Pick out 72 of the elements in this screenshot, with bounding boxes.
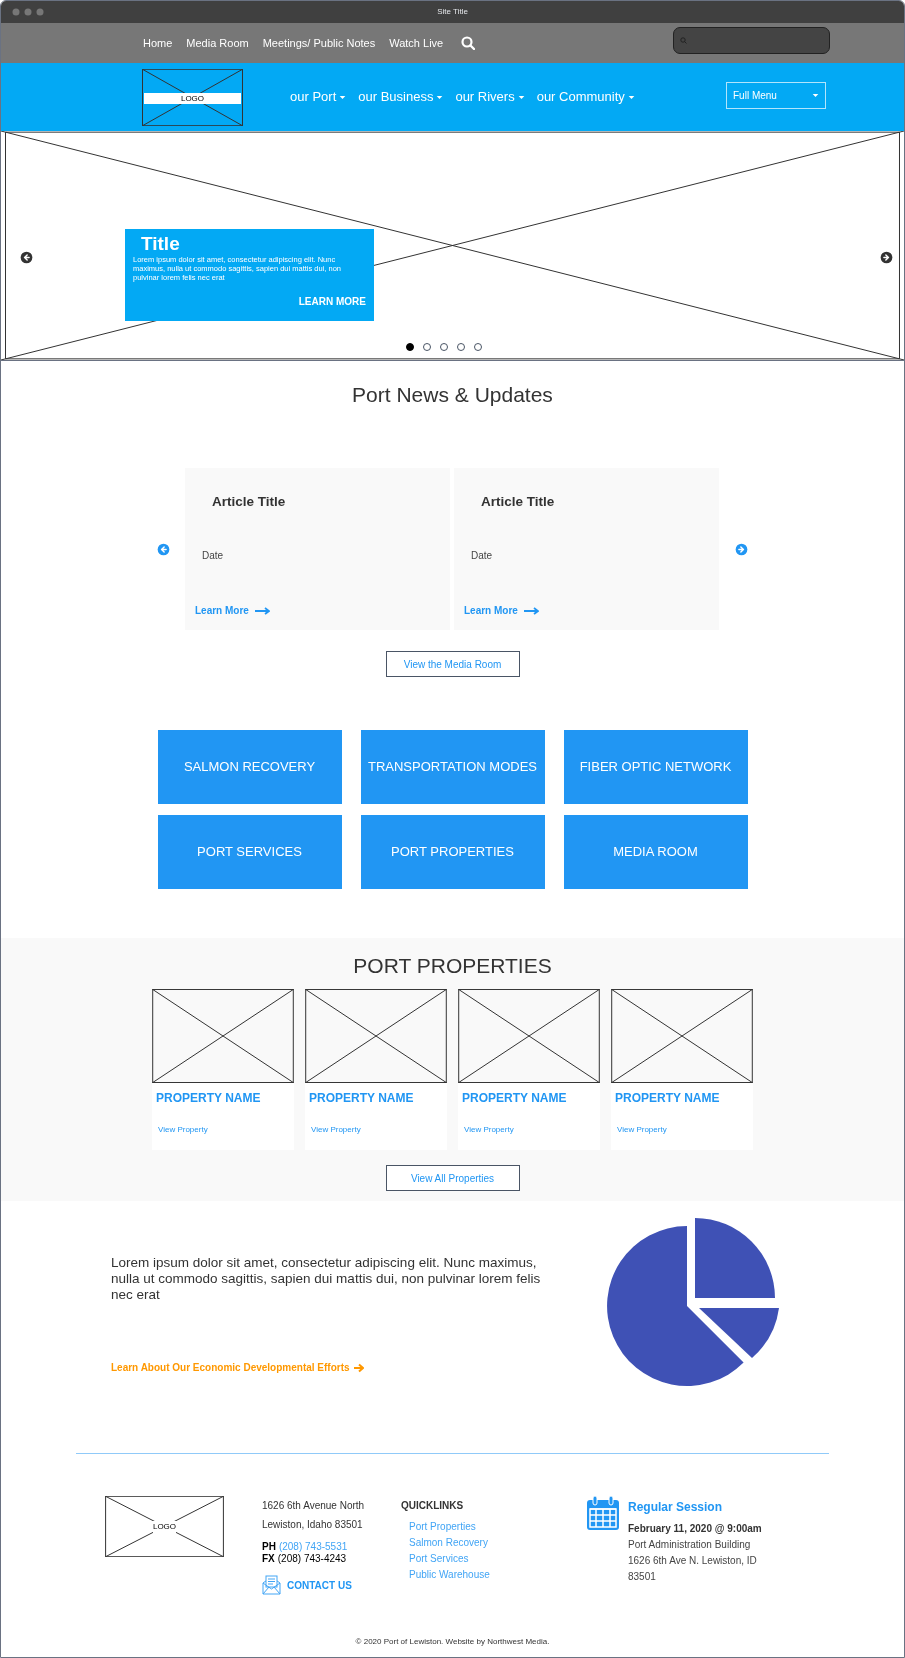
search-icon [680, 37, 687, 44]
learn-more-link[interactable]: Learn More [464, 603, 539, 619]
arrow-right-icon [353, 1362, 364, 1373]
view-all-properties-button[interactable]: View All Properties [385, 1165, 520, 1191]
nav-link[interactable]: Home [143, 34, 173, 52]
economic-link[interactable]: Learn About Our Economic Developmental Efforts [111, 1360, 364, 1375]
quick-link[interactable]: Salmon Recovery [409, 1535, 488, 1551]
phone-link[interactable]: (208) 743-5531 [278, 1541, 348, 1553]
learn-more-link[interactable]: LEARN MORE [298, 294, 366, 309]
fax-number: (208) 743-4243 [277, 1553, 347, 1565]
menu-item[interactable]: our Community [536, 87, 635, 107]
quick-link[interactable]: Port Properties [409, 1519, 476, 1535]
envelope-icon [262, 1575, 281, 1595]
property-name: PROPERTY NAME [156, 1090, 262, 1107]
quicklinks-heading: QUICKLINKS [401, 1499, 465, 1513]
description-text: Lorem ipsum dolor sit amet, consectetur adipiscing elit. Nunc maximus, nulla ut commodo sagittis, sapien dui mattis dui, non pulvinar lorem felis nec erat [111, 1255, 541, 1303]
article-title: Article Title [481, 493, 556, 511]
arrow-right-icon [523, 606, 539, 615]
logo-text: LOGO [144, 93, 241, 104]
view-property-link[interactable]: View Property [617, 1124, 667, 1136]
article-date: Date [471, 549, 494, 564]
caret-icon [812, 93, 819, 98]
search-field[interactable] [673, 27, 830, 54]
phone-label: PH [262, 1541, 276, 1553]
search-icon[interactable] [461, 36, 476, 50]
event-date: February 11, 2020 @ 9:00am [628, 1522, 763, 1536]
category-tile[interactable]: PORT SERVICES [157, 815, 342, 889]
address-line: Lewiston, Idaho 83501 [262, 1518, 364, 1532]
learn-more-link[interactable]: Learn More [195, 603, 270, 619]
menu-item[interactable]: our Rivers [455, 87, 525, 107]
full-menu-select[interactable]: Full Menu [726, 82, 826, 109]
contact-us-link[interactable]: CONTACT US [262, 1575, 352, 1595]
quick-link[interactable]: Public Warehouse [409, 1567, 490, 1583]
caret-icon [517, 94, 525, 100]
event-detail: Port Administration Building [628, 1538, 752, 1552]
view-property-link[interactable]: View Property [158, 1124, 208, 1136]
category-tile[interactable]: MEDIA ROOM [563, 815, 748, 889]
article-title: Article Title [212, 493, 287, 511]
nav-link[interactable]: Media Room [186, 34, 249, 52]
logo-text: LOGO [152, 1520, 177, 1533]
section-heading: Port News & Updates [352, 382, 553, 408]
previous-arrow-icon[interactable] [20, 251, 33, 264]
property-name: PROPERTY NAME [309, 1090, 415, 1107]
quick-link[interactable]: Port Services [409, 1551, 469, 1567]
view-property-link[interactable]: View Property [311, 1124, 361, 1136]
slide-title: Title [141, 233, 181, 255]
menu-item[interactable]: our Port [290, 87, 347, 107]
category-tile[interactable]: PORT PROPERTIES [360, 815, 545, 889]
nav-link[interactable]: Watch Live [389, 34, 444, 52]
category-tile[interactable]: TRANSPORTATION MODES [360, 730, 545, 804]
fax-label: FX [262, 1553, 275, 1565]
copyright-text: © 2020 Port of Lewiston. Website by Northwest Media. [355, 1636, 550, 1648]
address-line: 1626 6th Avenue North [262, 1499, 366, 1513]
event-title: Regular Session [628, 1499, 724, 1516]
property-name: PROPERTY NAME [615, 1090, 721, 1107]
view-property-link[interactable]: View Property [464, 1124, 514, 1136]
property-name: PROPERTY NAME [462, 1090, 568, 1107]
section-heading: PORT PROPERTIES [353, 953, 552, 979]
category-tile[interactable]: FIBER OPTIC NETWORK [563, 730, 748, 804]
arrow-right-icon [254, 606, 270, 615]
event-detail: 1626 6th Ave N. Lewiston, ID 83501 [628, 1554, 758, 1584]
calendar-icon [586, 1496, 620, 1531]
caret-icon [627, 94, 635, 100]
caret-icon [339, 94, 347, 100]
view-media-room-button[interactable]: View the Media Room [385, 651, 520, 677]
next-arrow-icon[interactable] [880, 251, 893, 264]
caret-icon [436, 94, 444, 100]
nav-link[interactable]: Meetings/ Public Notes [262, 34, 376, 52]
window-title: Site Title [437, 6, 468, 18]
menu-item[interactable]: our Business [358, 87, 444, 107]
category-tile[interactable]: SALMON RECOVERY [157, 730, 342, 804]
article-date: Date [202, 549, 225, 564]
